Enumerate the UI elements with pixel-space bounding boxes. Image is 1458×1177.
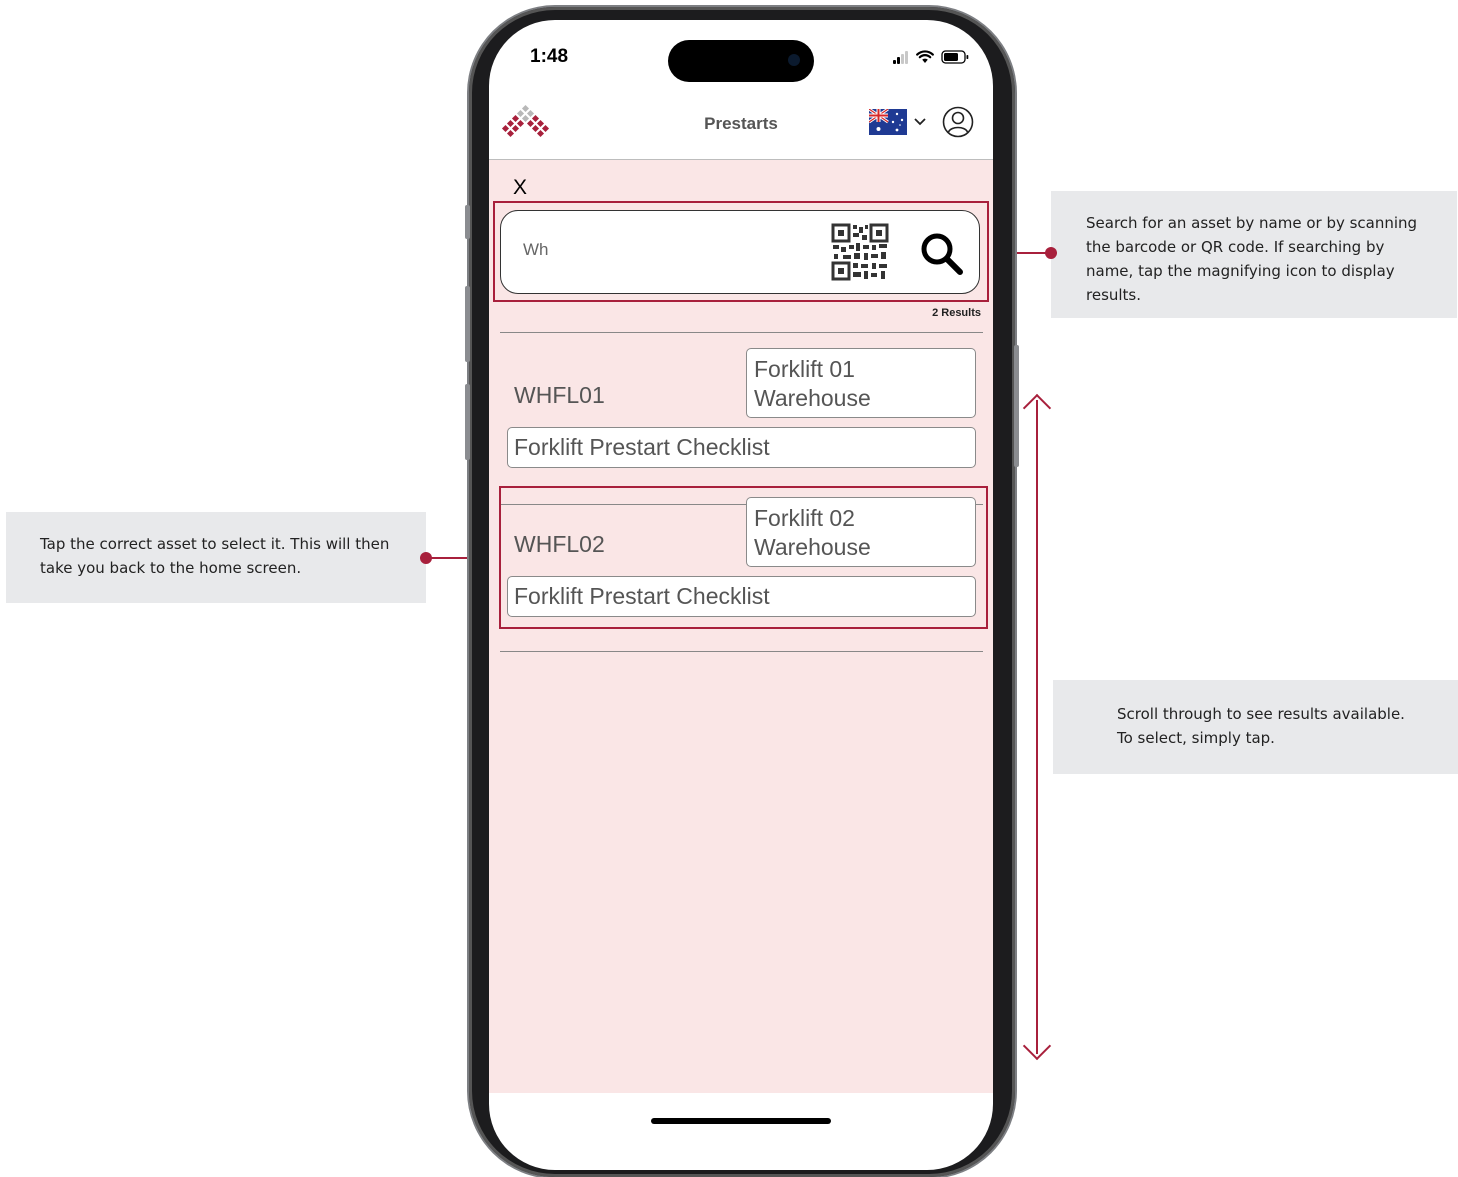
search-connector-dot [1045, 247, 1057, 259]
status-icons [893, 50, 969, 64]
signal-icon [893, 51, 909, 64]
callout-search-help: Search for an asset by name or by scanni… [1051, 191, 1457, 318]
australia-flag-icon [869, 109, 907, 135]
close-button[interactable]: X [513, 176, 527, 200]
battery-icon [941, 50, 969, 64]
divider [500, 651, 983, 652]
scroll-arrow-up-icon [1022, 393, 1052, 423]
phone-power-button [1014, 345, 1019, 467]
status-time: 1:48 [530, 46, 569, 67]
phone-action-button [465, 205, 470, 239]
wifi-icon [916, 50, 934, 63]
scroll-arrow-down-icon [1022, 1031, 1052, 1061]
scroll-arrow-line [1036, 400, 1038, 1054]
language-selector[interactable] [869, 109, 929, 135]
asset-code: WHFL01 [514, 382, 605, 408]
asset-name-line: Forklift 01 [754, 356, 855, 382]
dynamic-island [668, 40, 814, 82]
camera-icon [788, 54, 800, 66]
user-icon[interactable] [942, 106, 974, 138]
result-item-whfl01[interactable]: WHFL01 Forklift 01 Warehouse Forklift Pr… [500, 348, 983, 496]
checklist-name: Forklift Prestart Checklist [507, 427, 976, 468]
callout-select-help: Tap the correct asset to select it. This… [6, 512, 426, 603]
result-count: 2 Results [932, 307, 981, 319]
select-connector-dot [420, 552, 432, 564]
phone-volume-up-button [465, 286, 470, 362]
result-highlight-box [499, 486, 988, 629]
search-highlight-box [493, 201, 989, 302]
phone-volume-down-button [465, 384, 470, 460]
chevron-down-icon [914, 118, 926, 126]
home-indicator [651, 1118, 831, 1124]
asset-name: Forklift 01 Warehouse [746, 348, 976, 418]
callout-scroll-help: Scroll through to see results available.… [1053, 680, 1458, 774]
app-header: Prestarts [489, 95, 993, 160]
asset-location-line: Warehouse [754, 385, 871, 411]
divider [500, 332, 983, 333]
